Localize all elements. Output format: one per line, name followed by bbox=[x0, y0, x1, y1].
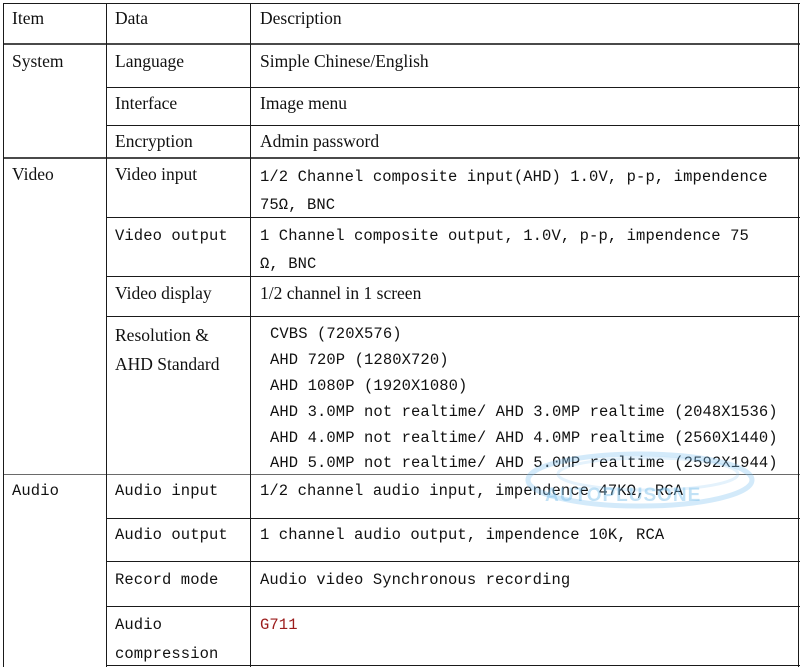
video-input-value-line2: 75Ω, BNC bbox=[260, 196, 336, 214]
video-input-value-line1: 1/2 Channel composite input(AHD) 1.0V, p… bbox=[260, 168, 768, 186]
audio-input-label: Audio input bbox=[115, 482, 219, 500]
video-output-value-line2: Ω, BNC bbox=[260, 255, 317, 273]
audio-compression-value: G711 bbox=[260, 616, 298, 634]
row-divider bbox=[106, 316, 800, 317]
header-description: Description bbox=[260, 8, 342, 28]
audio-compression-label-line2: compression bbox=[115, 645, 219, 663]
audio-output-value: 1 channel audio output, impendence 10K, … bbox=[260, 526, 665, 544]
column-divider-data-description bbox=[250, 3, 251, 667]
language-value: Simple Chinese/English bbox=[260, 51, 429, 71]
section-audio: Audio bbox=[12, 482, 60, 500]
header-divider bbox=[3, 43, 800, 45]
row-divider bbox=[106, 276, 800, 277]
record-mode-label: Record mode bbox=[115, 571, 219, 589]
interface-label: Interface bbox=[115, 93, 178, 113]
border-bottom bbox=[106, 665, 800, 666]
resolution-line: AHD 720P (1280X720) bbox=[270, 351, 449, 369]
section-video: Video bbox=[12, 164, 54, 184]
border-top bbox=[3, 3, 800, 4]
audio-compression-label-line1: Audio bbox=[115, 616, 163, 634]
video-output-value-line1: 1 Channel composite output, 1.0V, p-p, i… bbox=[260, 227, 749, 245]
resolution-label-line1: Resolution & bbox=[115, 325, 209, 345]
resolution-line: CVBS (720X576) bbox=[270, 325, 402, 343]
section-divider-system-video bbox=[3, 157, 800, 159]
resolution-line: AHD 3.0MP not realtime/ AHD 3.0MP realti… bbox=[270, 403, 778, 421]
row-divider bbox=[106, 518, 800, 519]
row-divider bbox=[106, 87, 800, 88]
row-divider bbox=[106, 217, 800, 218]
header-item: Item bbox=[12, 8, 45, 28]
video-output-label: Video output bbox=[115, 227, 228, 245]
watermark-text: AUTOPLUSONE bbox=[545, 485, 702, 506]
spec-table: Item Data Description System Language Si… bbox=[0, 0, 800, 667]
border-right bbox=[798, 3, 799, 667]
header-data: Data bbox=[115, 8, 149, 28]
video-input-label: Video input bbox=[115, 164, 198, 184]
watermark-swoosh-icon bbox=[525, 451, 755, 509]
interface-value: Image menu bbox=[260, 93, 347, 113]
section-system: System bbox=[12, 51, 64, 71]
audio-output-label: Audio output bbox=[115, 526, 228, 544]
video-display-label: Video display bbox=[115, 283, 212, 303]
border-left bbox=[3, 3, 4, 667]
resolution-line: AHD 1080P (1920X1080) bbox=[270, 377, 468, 395]
video-display-value: 1/2 channel in 1 screen bbox=[260, 283, 422, 303]
row-divider bbox=[106, 606, 800, 607]
column-divider-item-data bbox=[106, 3, 107, 667]
language-label: Language bbox=[115, 51, 184, 71]
encryption-value: Admin password bbox=[260, 131, 380, 151]
resolution-line: AHD 5.0MP not realtime/ AHD 5.0MP realti… bbox=[270, 454, 778, 472]
row-divider bbox=[106, 561, 800, 562]
encryption-label: Encryption bbox=[115, 131, 193, 151]
row-divider bbox=[106, 125, 800, 126]
resolution-label-line2: AHD Standard bbox=[115, 354, 220, 374]
section-divider-video-audio bbox=[3, 474, 800, 475]
resolution-line: AHD 4.0MP not realtime/ AHD 4.0MP realti… bbox=[270, 429, 778, 447]
record-mode-value: Audio video Synchronous recording bbox=[260, 571, 571, 589]
